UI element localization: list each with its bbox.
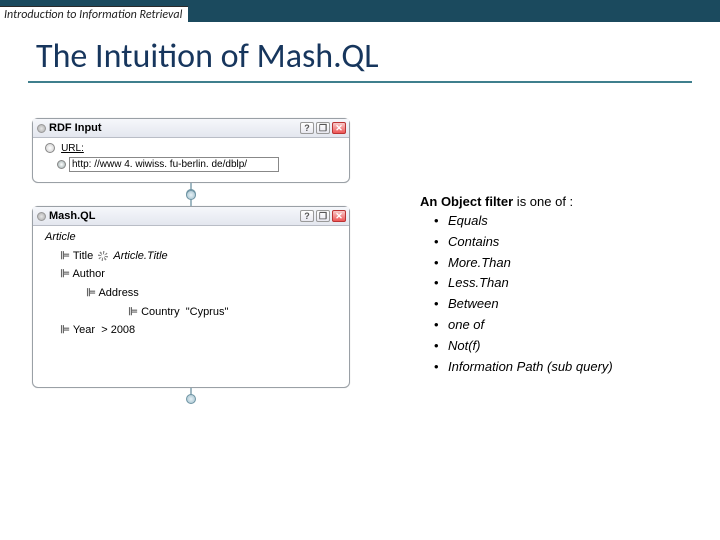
binding-icon: ⊫ xyxy=(59,265,70,284)
slide-title: The Intuition of Mash.QL xyxy=(0,22,720,81)
list-item: Not(f) xyxy=(448,336,700,357)
binding-icon: ⊫ xyxy=(59,321,70,340)
mashql-panel: Mash.QL ? ❐ ✕ Article ⊫ Title Article.Ti… xyxy=(32,206,350,388)
list-item: Equals xyxy=(448,211,700,232)
url-row xyxy=(57,157,343,172)
binding-icon: ⊫ xyxy=(127,303,138,322)
gear-icon[interactable] xyxy=(98,251,108,261)
tree-row-country[interactable]: ⊫ Country "Cyprus" xyxy=(45,303,343,322)
rdf-panel-controls: ? ❐ ✕ xyxy=(300,122,346,134)
list-item: More.Than xyxy=(448,253,700,274)
rdf-input-panel: RDF Input ? ❐ ✕ URL: xyxy=(32,118,350,183)
tree-row-year[interactable]: ⊫ Year > 2008 xyxy=(45,321,343,340)
maximize-icon[interactable]: ❐ xyxy=(316,122,330,134)
variable-name: Article.Title xyxy=(113,250,167,262)
tree-row-author[interactable]: ⊫ Author xyxy=(45,265,343,284)
object-filter-list: Equals Contains More.Than Less.Than Betw… xyxy=(420,211,700,377)
mashql-panel-title: Mash.QL xyxy=(49,210,95,222)
query-tree: Article ⊫ Title Article.Title ⊫ Author ⊫… xyxy=(33,226,349,348)
prop-name: Country xyxy=(141,306,180,318)
list-item: Contains xyxy=(448,232,700,253)
tree-row-title[interactable]: ⊫ Title Article.Title xyxy=(45,247,343,266)
list-item: one of xyxy=(448,315,700,336)
tree-root[interactable]: Article xyxy=(45,228,343,247)
url-label: URL: xyxy=(61,143,84,154)
list-item: Information Path (sub query) xyxy=(448,357,700,378)
close-icon[interactable]: ✕ xyxy=(332,122,346,134)
tree-row-address[interactable]: ⊫ Address xyxy=(45,284,343,303)
list-item: Less.Than xyxy=(448,273,700,294)
object-filter-lead-rest: is one of : xyxy=(513,194,573,209)
collapse-icon[interactable] xyxy=(37,212,46,221)
help-icon[interactable]: ? xyxy=(300,210,314,222)
object-filter-note: An Object filter is one of : Equals Cont… xyxy=(420,194,700,377)
rdf-panel-header[interactable]: RDF Input ? ❐ ✕ xyxy=(33,119,349,138)
filter-value: "Cyprus" xyxy=(186,306,229,318)
prop-name: Title xyxy=(73,250,93,262)
help-icon[interactable]: ? xyxy=(300,122,314,134)
collapse-icon[interactable] xyxy=(37,124,46,133)
url-label-row: URL: xyxy=(45,142,343,154)
rdf-panel-title: RDF Input xyxy=(49,122,102,134)
connector-dot-icon xyxy=(186,190,196,200)
source-dot-icon xyxy=(57,160,66,169)
maximize-icon[interactable]: ❐ xyxy=(316,210,330,222)
header-bar: Introduction to Information Retrieval xyxy=(0,0,720,22)
prop-name: Year xyxy=(73,324,95,336)
connector-dot-icon xyxy=(186,394,196,404)
prop-name: Author xyxy=(72,268,104,280)
list-item: Between xyxy=(448,294,700,315)
url-input[interactable] xyxy=(69,157,279,172)
mashql-panel-controls: ? ❐ ✕ xyxy=(300,210,346,222)
filter-value: > 2008 xyxy=(101,324,135,336)
gear-icon xyxy=(45,143,55,153)
title-underline xyxy=(28,81,692,83)
object-filter-lead-bold: An Object filter xyxy=(420,194,513,209)
binding-icon: ⊫ xyxy=(85,284,96,303)
prop-name: Address xyxy=(98,287,138,299)
mashql-panel-header[interactable]: Mash.QL ? ❐ ✕ xyxy=(33,207,349,226)
course-label: Introduction to Information Retrieval xyxy=(0,6,188,22)
object-filter-heading: An Object filter is one of : xyxy=(420,194,700,209)
binding-icon: ⊫ xyxy=(59,247,70,266)
close-icon[interactable]: ✕ xyxy=(332,210,346,222)
